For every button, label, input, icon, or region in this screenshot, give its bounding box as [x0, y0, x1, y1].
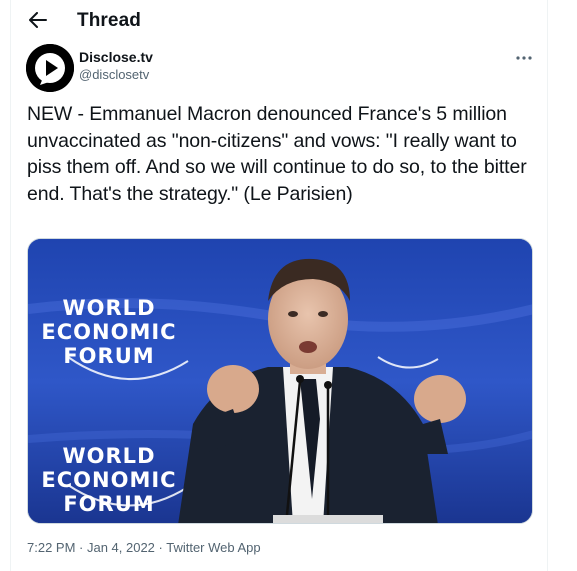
tweet-text: NEW - Emmanuel Macron denounced France's…: [27, 103, 527, 205]
back-button[interactable]: [27, 9, 49, 31]
thread-column: Thread Disclose.tv @disclosetv NEW - Emm…: [10, 0, 548, 571]
more-horizontal-icon: [516, 56, 532, 60]
disclose-logo-icon: [26, 44, 74, 92]
more-button[interactable]: [513, 50, 535, 66]
tweet-photo[interactable]: WORLD ECONOMIC FORUM WORLD ECONOMIC FORU…: [27, 238, 533, 524]
thread-header: Thread: [11, 0, 547, 40]
page-title: Thread: [77, 10, 141, 31]
arrow-left-icon: [29, 12, 47, 28]
wef-logo-top: WORLD ECONOMIC FORUM: [41, 296, 177, 368]
author-name[interactable]: Disclose.tv: [79, 49, 153, 65]
avatar[interactable]: [26, 44, 74, 92]
wef-logo-bottom: WORLD ECONOMIC FORUM: [41, 444, 177, 516]
tweet-timestamp[interactable]: 7:22 PM · Jan 4, 2022 · Twitter Web App: [27, 540, 261, 555]
author-handle[interactable]: @disclosetv: [79, 67, 149, 82]
